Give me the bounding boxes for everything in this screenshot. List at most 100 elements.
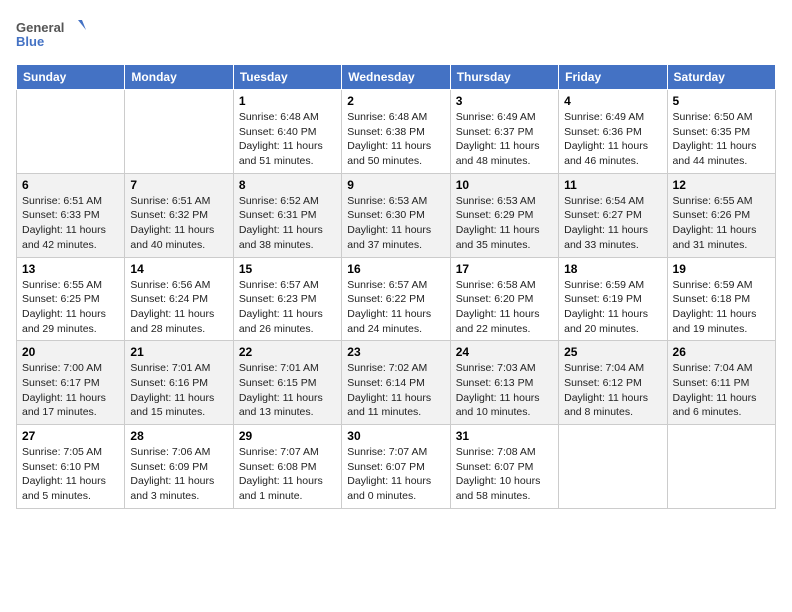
svg-text:Blue: Blue — [16, 34, 44, 49]
cell-content: Sunrise: 6:59 AMSunset: 6:18 PMDaylight:… — [673, 278, 770, 337]
cell-content: Sunrise: 6:55 AMSunset: 6:25 PMDaylight:… — [22, 278, 119, 337]
calendar-table: SundayMondayTuesdayWednesdayThursdayFrid… — [16, 64, 776, 509]
cell-content: Sunrise: 6:57 AMSunset: 6:22 PMDaylight:… — [347, 278, 444, 337]
cell-content: Sunrise: 7:02 AMSunset: 6:14 PMDaylight:… — [347, 361, 444, 420]
calendar-cell: 3Sunrise: 6:49 AMSunset: 6:37 PMDaylight… — [450, 90, 558, 174]
calendar-cell: 20Sunrise: 7:00 AMSunset: 6:17 PMDayligh… — [17, 341, 125, 425]
day-number: 4 — [564, 94, 661, 108]
day-number: 30 — [347, 429, 444, 443]
day-number: 17 — [456, 262, 553, 276]
weekday-header: Sunday — [17, 65, 125, 90]
logo: General Blue — [16, 16, 86, 56]
calendar-cell: 11Sunrise: 6:54 AMSunset: 6:27 PMDayligh… — [559, 173, 667, 257]
cell-content: Sunrise: 6:48 AMSunset: 6:40 PMDaylight:… — [239, 110, 336, 169]
calendar-cell: 17 Sunrise: 6:58 AMSunset: 6:20 PMDayligh… — [450, 257, 558, 341]
calendar-cell: 27Sunrise: 7:05 AMSunset: 6:10 PMDayligh… — [17, 425, 125, 509]
cell-content: Sunrise: 6:59 AMSunset: 6:19 PMDaylight:… — [564, 278, 661, 337]
cell-content: Sunrise: 6:51 AMSunset: 6:32 PMDaylight:… — [130, 194, 227, 253]
cell-content: Sunrise: 6:58 AMSunset: 6:20 PMDaylight:… — [456, 278, 553, 337]
day-number: 1 — [239, 94, 336, 108]
calendar-cell: 21 Sunrise: 7:01 AMSunset: 6:16 PMDayligh… — [125, 341, 233, 425]
calendar-week-row: 27Sunrise: 7:05 AMSunset: 6:10 PMDayligh… — [17, 425, 776, 509]
calendar-cell: 22 Sunrise: 7:01 AMSunset: 6:15 PMDayligh… — [233, 341, 341, 425]
day-number: 2 — [347, 94, 444, 108]
day-number: 6 — [22, 178, 119, 192]
cell-content: Sunrise: 7:01 AMSunset: 6:16 PMDaylight:… — [130, 361, 227, 420]
weekday-header: Monday — [125, 65, 233, 90]
cell-content: Sunrise: 7:01 AMSunset: 6:15 PMDaylight:… — [239, 361, 336, 420]
logo-svg: General Blue — [16, 16, 86, 56]
calendar-cell: 19 Sunrise: 6:59 AMSunset: 6:18 PMDayligh… — [667, 257, 775, 341]
day-number: 3 — [456, 94, 553, 108]
weekday-header: Wednesday — [342, 65, 450, 90]
calendar-cell: 29 Sunrise: 7:07 AMSunset: 6:08 PMDayligh… — [233, 425, 341, 509]
calendar-cell: 4 Sunrise: 6:49 AMSunset: 6:36 PMDaylight… — [559, 90, 667, 174]
day-number: 11 — [564, 178, 661, 192]
calendar-cell: 30 Sunrise: 7:07 AMSunset: 6:07 PMDayligh… — [342, 425, 450, 509]
day-number: 7 — [130, 178, 227, 192]
calendar-cell: 26 Sunrise: 7:04 AMSunset: 6:11 PMDayligh… — [667, 341, 775, 425]
cell-content: Sunrise: 6:49 AMSunset: 6:36 PMDaylight:… — [564, 110, 661, 169]
calendar-cell: 10Sunrise: 6:53 AMSunset: 6:29 PMDayligh… — [450, 173, 558, 257]
day-number: 20 — [22, 345, 119, 359]
calendar-cell: 9Sunrise: 6:53 AMSunset: 6:30 PMDaylight… — [342, 173, 450, 257]
svg-text:General: General — [16, 20, 64, 35]
cell-content: Sunrise: 6:53 AMSunset: 6:29 PMDaylight:… — [456, 194, 553, 253]
calendar-cell: 5Sunrise: 6:50 AMSunset: 6:35 PMDaylight… — [667, 90, 775, 174]
calendar-cell: 23 Sunrise: 7:02 AMSunset: 6:14 PMDayligh… — [342, 341, 450, 425]
cell-content: Sunrise: 7:06 AMSunset: 6:09 PMDaylight:… — [130, 445, 227, 504]
cell-content: Sunrise: 7:08 AMSunset: 6:07 PMDaylight:… — [456, 445, 553, 504]
calendar-cell: 28 Sunrise: 7:06 AMSunset: 6:09 PMDayligh… — [125, 425, 233, 509]
day-number: 21 — [130, 345, 227, 359]
cell-content: Sunrise: 6:51 AMSunset: 6:33 PMDaylight:… — [22, 194, 119, 253]
cell-content: Sunrise: 7:04 AMSunset: 6:12 PMDaylight:… — [564, 361, 661, 420]
weekday-header: Friday — [559, 65, 667, 90]
weekday-header: Saturday — [667, 65, 775, 90]
day-number: 28 — [130, 429, 227, 443]
cell-content: Sunrise: 7:04 AMSunset: 6:11 PMDaylight:… — [673, 361, 770, 420]
cell-content: Sunrise: 7:03 AMSunset: 6:13 PMDaylight:… — [456, 361, 553, 420]
calendar-cell: 24 Sunrise: 7:03 AMSunset: 6:13 PMDayligh… — [450, 341, 558, 425]
day-number: 19 — [673, 262, 770, 276]
day-number: 15 — [239, 262, 336, 276]
day-number: 27 — [22, 429, 119, 443]
calendar-cell — [667, 425, 775, 509]
calendar-cell: 16 Sunrise: 6:57 AMSunset: 6:22 PMDayligh… — [342, 257, 450, 341]
cell-content: Sunrise: 6:48 AMSunset: 6:38 PMDaylight:… — [347, 110, 444, 169]
cell-content: Sunrise: 6:57 AMSunset: 6:23 PMDaylight:… — [239, 278, 336, 337]
day-number: 14 — [130, 262, 227, 276]
cell-content: Sunrise: 6:55 AMSunset: 6:26 PMDaylight:… — [673, 194, 770, 253]
calendar-cell — [125, 90, 233, 174]
day-number: 25 — [564, 345, 661, 359]
day-number: 16 — [347, 262, 444, 276]
day-number: 26 — [673, 345, 770, 359]
calendar-cell: 1 Sunrise: 6:48 AMSunset: 6:40 PMDaylight… — [233, 90, 341, 174]
calendar-cell: 14 Sunrise: 6:56 AMSunset: 6:24 PMDayligh… — [125, 257, 233, 341]
day-number: 18 — [564, 262, 661, 276]
day-number: 24 — [456, 345, 553, 359]
cell-content: Sunrise: 7:07 AMSunset: 6:08 PMDaylight:… — [239, 445, 336, 504]
day-number: 22 — [239, 345, 336, 359]
weekday-header: Tuesday — [233, 65, 341, 90]
calendar-cell: 15 Sunrise: 6:57 AMSunset: 6:23 PMDayligh… — [233, 257, 341, 341]
calendar-cell: 2 Sunrise: 6:48 AMSunset: 6:38 PMDaylight… — [342, 90, 450, 174]
calendar-cell — [17, 90, 125, 174]
calendar-cell: 18 Sunrise: 6:59 AMSunset: 6:19 PMDayligh… — [559, 257, 667, 341]
cell-content: Sunrise: 7:07 AMSunset: 6:07 PMDaylight:… — [347, 445, 444, 504]
calendar-cell: 6 Sunrise: 6:51 AMSunset: 6:33 PMDaylight… — [17, 173, 125, 257]
weekday-header: Thursday — [450, 65, 558, 90]
cell-content: Sunrise: 6:52 AMSunset: 6:31 PMDaylight:… — [239, 194, 336, 253]
cell-content: Sunrise: 6:53 AMSunset: 6:30 PMDaylight:… — [347, 194, 444, 253]
calendar-cell: 8 Sunrise: 6:52 AMSunset: 6:31 PMDaylight… — [233, 173, 341, 257]
day-number: 31 — [456, 429, 553, 443]
calendar-week-row: 6 Sunrise: 6:51 AMSunset: 6:33 PMDaylight… — [17, 173, 776, 257]
day-number: 8 — [239, 178, 336, 192]
day-number: 5 — [673, 94, 770, 108]
cell-content: Sunrise: 6:56 AMSunset: 6:24 PMDaylight:… — [130, 278, 227, 337]
day-number: 29 — [239, 429, 336, 443]
calendar-cell: 25 Sunrise: 7:04 AMSunset: 6:12 PMDayligh… — [559, 341, 667, 425]
weekday-header-row: SundayMondayTuesdayWednesdayThursdayFrid… — [17, 65, 776, 90]
calendar-cell: 31 Sunrise: 7:08 AMSunset: 6:07 PMDayligh… — [450, 425, 558, 509]
day-number: 13 — [22, 262, 119, 276]
day-number: 23 — [347, 345, 444, 359]
